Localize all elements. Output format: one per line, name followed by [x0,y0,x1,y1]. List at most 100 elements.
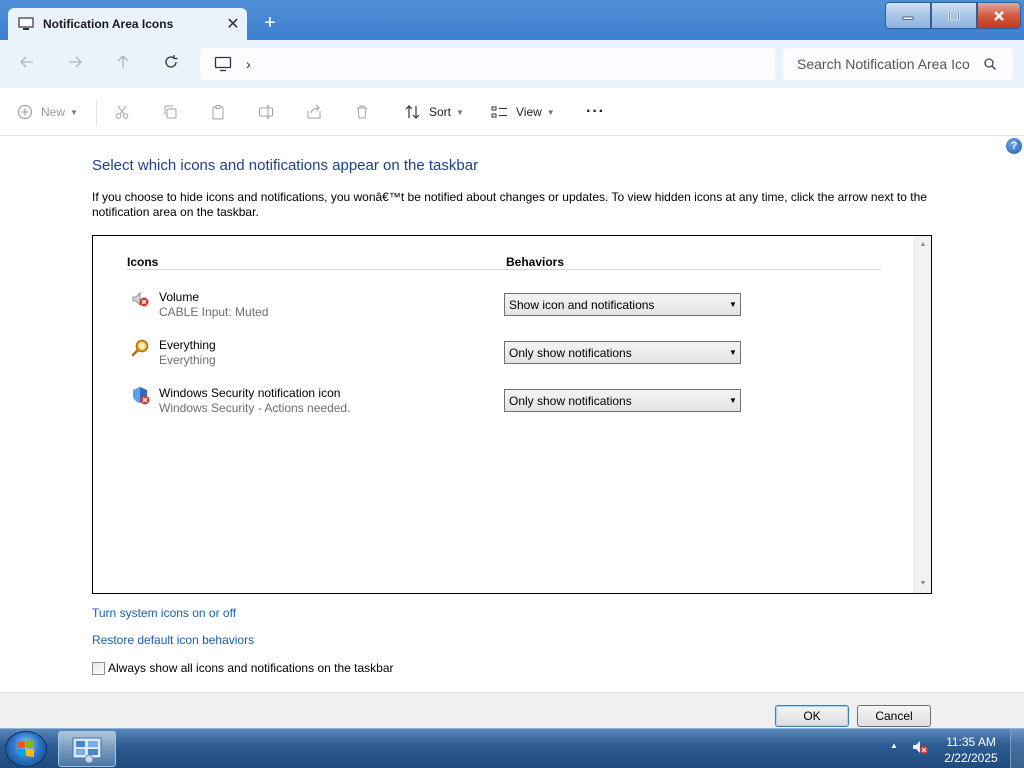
tray-volume-muted-icon[interactable] [911,740,929,759]
search-box[interactable] [783,48,1013,80]
breadcrumb-separator[interactable]: › [246,56,251,72]
monitor-icon [214,56,232,72]
main-content: ? Select which icons and notifications a… [0,136,1024,692]
behavior-select[interactable]: Only show notifications ▼ [504,389,741,412]
dialog-footer: OK Cancel [0,692,1024,728]
maximize-icon [948,10,960,21]
chevron-down-icon: ▼ [546,107,555,117]
cut-button[interactable] [114,102,130,122]
vertical-scrollbar[interactable]: ▲ ▼ [914,236,931,593]
rename-button[interactable] [258,102,274,122]
behavior-select-value: Only show notifications [509,393,632,408]
item-name: Windows Security notification icon [159,386,341,400]
close-tab-button[interactable]: ✕ [219,14,247,34]
close-icon [994,10,1004,21]
sort-button[interactable]: Sort ▼ [405,102,464,122]
dropdown-arrow-icon: ▼ [729,348,737,357]
taskbar: ▲ 11:35 AM 2/22/2025 [0,728,1024,768]
page-title: Select which icons and notifications app… [92,157,479,174]
arrow-up-icon [117,55,129,68]
control-panel-icon [72,737,102,764]
search-icon [984,58,996,70]
search-input[interactable] [797,56,977,72]
copy-button[interactable] [162,102,178,122]
close-window-button[interactable] [977,2,1021,29]
everything-search-icon [131,339,149,357]
scroll-down-arrow-icon[interactable]: ▼ [915,577,931,591]
refresh-button[interactable] [157,52,185,76]
refresh-icon [165,55,178,68]
item-name: Everything [159,338,216,352]
new-button[interactable]: New ▼ [17,102,78,122]
sort-button-label: Sort [429,105,452,119]
navigation-bar: › [0,40,1024,88]
share-button[interactable] [306,102,322,122]
behavior-select[interactable]: Show icon and notifications ▼ [504,293,741,316]
show-hidden-icons-button[interactable]: ▲ [890,741,898,750]
icons-list: Icons Behaviors Volume CABLE Input: Mute… [92,235,932,594]
always-show-label: Always show all icons and notifications … [108,661,394,675]
plus-circle-icon [17,104,33,120]
item-name: Volume [159,290,200,304]
volume-muted-icon [132,292,149,307]
taskbar-app-control-panel[interactable] [58,731,116,767]
address-bar[interactable]: › [200,48,775,80]
new-tab-button[interactable]: + [258,12,282,36]
trash-icon [357,105,367,119]
arrow-left-icon [20,56,33,68]
dropdown-arrow-icon: ▼ [729,300,737,309]
command-bar: New ▼ Sort ▼ View ▼ ··· [0,88,1024,136]
scroll-up-arrow-icon[interactable]: ▲ [915,238,931,252]
clock-date: 2/22/2025 [944,751,998,765]
up-button[interactable] [109,52,137,76]
share-icon [307,104,321,119]
behavior-select-value: Show icon and notifications [509,297,655,312]
back-button[interactable] [13,52,41,76]
minimize-button[interactable] [885,2,931,29]
arrow-right-icon [69,56,82,68]
behavior-select[interactable]: Only show notifications ▼ [504,341,741,364]
list-item-windows-security: Windows Security notification icon Windo… [131,384,751,424]
window-controls [885,2,1021,30]
turn-system-icons-link[interactable]: Turn system icons on or off [92,606,236,620]
sort-icon [405,105,420,119]
clipboard-icon [212,105,224,120]
monitor-icon [18,17,34,30]
new-button-label: New [41,105,66,119]
windows-logo-icon [18,740,34,757]
list-item-everything: Everything Everything Only show notifica… [131,336,751,376]
list-item-volume: Volume CABLE Input: Muted Show icon and … [131,288,751,328]
show-desktop-button[interactable] [1010,729,1024,768]
cancel-button[interactable]: Cancel [857,705,931,727]
ok-button[interactable]: OK [775,705,849,727]
taskbar-clock[interactable]: 11:35 AM 2/22/2025 [938,734,1004,766]
paste-button[interactable] [210,102,226,122]
windows-security-icon [133,387,150,405]
restore-default-behaviors-link[interactable]: Restore default icon behaviors [92,633,254,647]
dropdown-arrow-icon: ▼ [729,396,737,405]
column-header-icons: Icons [127,255,159,269]
view-button[interactable]: View ▼ [491,102,555,122]
view-list-icon [491,106,507,118]
maximize-button[interactable] [931,2,977,29]
title-bar: Notification Area Icons ✕ + [0,0,1024,40]
help-icon[interactable]: ? [1006,138,1022,154]
clock-time: 11:35 AM [946,735,996,749]
tab-notification-area-icons[interactable]: Notification Area Icons ✕ [8,8,247,40]
column-header-behaviors: Behaviors [506,255,565,269]
item-subtitle: Everything [159,353,216,367]
delete-button[interactable] [354,102,370,122]
rename-icon [259,105,273,119]
item-subtitle: Windows Security - Actions needed. [159,401,351,415]
always-show-checkbox[interactable] [92,661,105,675]
item-subtitle: CABLE Input: Muted [159,305,269,319]
scissors-icon [115,105,129,119]
chevron-down-icon: ▼ [70,107,78,117]
start-button[interactable] [5,731,47,767]
forward-button[interactable] [61,52,89,76]
page-description: If you choose to hide icons and notifica… [92,190,927,219]
tab-title: Notification Area Icons [43,17,174,31]
always-show-option[interactable]: Always show all icons and notifications … [92,661,394,675]
chevron-down-icon: ▼ [456,107,464,117]
more-options-button[interactable]: ··· [586,102,605,122]
